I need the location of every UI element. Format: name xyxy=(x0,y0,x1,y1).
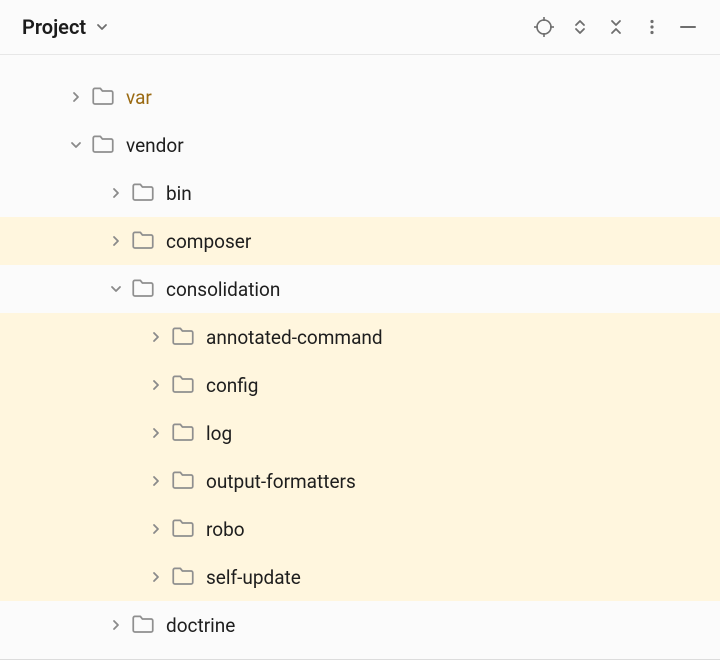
expand-toggle[interactable] xyxy=(142,522,170,536)
tree-item-label: bin xyxy=(166,182,192,205)
tree-item-config[interactable]: config xyxy=(0,361,720,409)
view-mode-dropdown[interactable] xyxy=(92,9,112,45)
folder-icon xyxy=(130,228,156,254)
expand-all-button[interactable] xyxy=(562,9,598,45)
tree-item-label: robo xyxy=(206,518,245,541)
tree-item-consolidation[interactable]: consolidation xyxy=(0,265,720,313)
project-title: Project xyxy=(22,15,86,39)
expand-toggle[interactable] xyxy=(62,90,90,104)
folder-icon xyxy=(130,612,156,638)
folder-icon xyxy=(170,324,196,350)
tree-item-label: consolidation xyxy=(166,278,280,301)
collapse-all-button[interactable] xyxy=(598,9,634,45)
folder-icon xyxy=(90,84,116,110)
folder-icon xyxy=(90,132,116,158)
project-header: Project xyxy=(0,0,720,55)
chevron-down-icon xyxy=(69,138,83,152)
expand-toggle[interactable] xyxy=(142,426,170,440)
chevron-right-icon xyxy=(109,234,123,248)
tree-item-log[interactable]: log xyxy=(0,409,720,457)
chevron-right-icon xyxy=(69,90,83,104)
tree-item-vendor[interactable]: vendor xyxy=(0,121,720,169)
tree-item-label: config xyxy=(206,374,258,397)
expand-all-icon xyxy=(571,18,589,36)
minimize-icon xyxy=(678,17,698,37)
expand-toggle[interactable] xyxy=(102,282,130,296)
options-menu-button[interactable] xyxy=(634,9,670,45)
expand-toggle[interactable] xyxy=(142,570,170,584)
folder-icon xyxy=(170,516,196,542)
collapse-all-icon xyxy=(607,18,625,36)
chevron-right-icon xyxy=(149,426,163,440)
tree-item-annotated-command[interactable]: annotated-command xyxy=(0,313,720,361)
tree-item-doctrine[interactable]: doctrine xyxy=(0,601,720,649)
expand-toggle[interactable] xyxy=(62,138,90,152)
chevron-right-icon xyxy=(109,186,123,200)
tree-item-label: doctrine xyxy=(166,614,235,637)
tree-item-label: composer xyxy=(166,230,251,253)
tree-item-label: output-formatters xyxy=(206,470,356,493)
tree-item-label: vendor xyxy=(126,134,184,157)
expand-toggle[interactable] xyxy=(102,234,130,248)
tree-item-label: log xyxy=(206,422,232,445)
project-tool-window: Project xyxy=(0,0,720,660)
tree-item-label: annotated-command xyxy=(206,326,383,349)
chevron-right-icon xyxy=(149,570,163,584)
chevron-down-icon xyxy=(95,20,109,34)
tree-item-robo[interactable]: robo xyxy=(0,505,720,553)
expand-toggle[interactable] xyxy=(102,186,130,200)
expand-toggle[interactable] xyxy=(102,618,130,632)
kebab-icon xyxy=(643,18,661,36)
folder-icon xyxy=(130,276,156,302)
folder-icon xyxy=(170,372,196,398)
tree-item-label: var xyxy=(126,86,152,109)
tree-item-label: self-update xyxy=(206,566,301,589)
select-opened-file-button[interactable] xyxy=(526,9,562,45)
tree-item-bin[interactable]: bin xyxy=(0,169,720,217)
chevron-right-icon xyxy=(109,618,123,632)
project-tree[interactable]: var vendor bin composer consolidation annotat… xyxy=(0,55,720,649)
chevron-right-icon xyxy=(149,330,163,344)
expand-toggle[interactable] xyxy=(142,378,170,392)
tree-item-output-formatters[interactable]: output-formatters xyxy=(0,457,720,505)
chevron-right-icon xyxy=(149,378,163,392)
tree-item-self-update[interactable]: self-update xyxy=(0,553,720,601)
target-icon xyxy=(534,17,554,37)
folder-icon xyxy=(170,564,196,590)
chevron-right-icon xyxy=(149,474,163,488)
folder-icon xyxy=(170,468,196,494)
chevron-down-icon xyxy=(109,282,123,296)
expand-toggle[interactable] xyxy=(142,474,170,488)
hide-panel-button[interactable] xyxy=(670,9,706,45)
chevron-right-icon xyxy=(149,522,163,536)
tree-item-var[interactable]: var xyxy=(0,73,720,121)
folder-icon xyxy=(130,180,156,206)
folder-icon xyxy=(170,420,196,446)
tree-item-composer[interactable]: composer xyxy=(0,217,720,265)
expand-toggle[interactable] xyxy=(142,330,170,344)
